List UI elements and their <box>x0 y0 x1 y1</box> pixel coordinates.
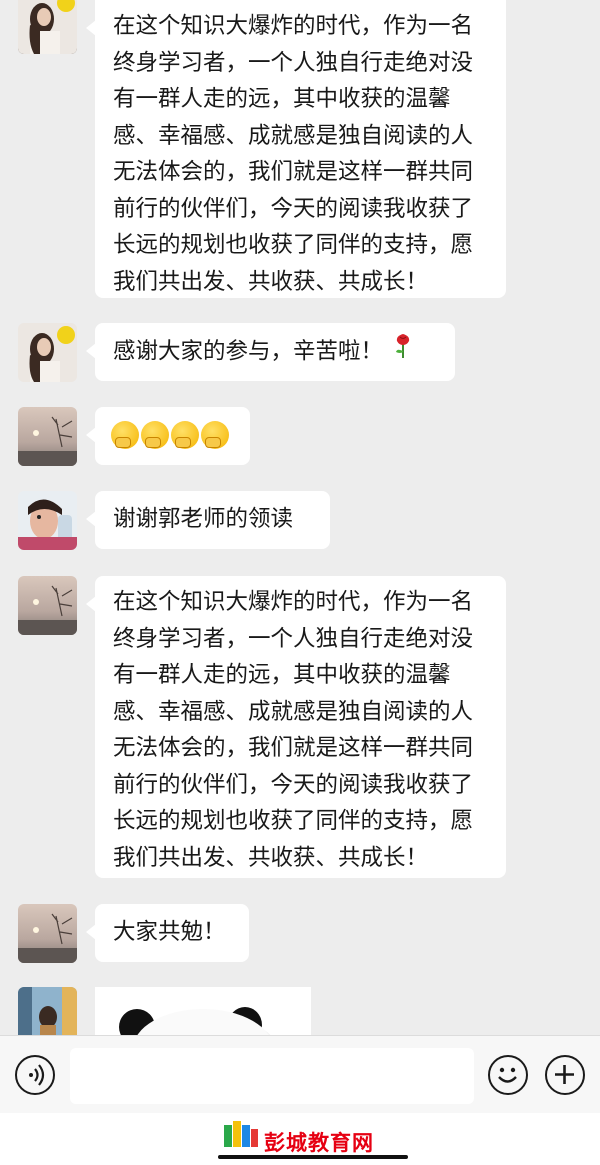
message-text: 谢谢郭老师的领读 <box>113 506 294 532</box>
message-text: 大家共勉！ <box>113 919 226 945</box>
sticker-image[interactable] <box>95 987 311 1035</box>
message-bubble[interactable] <box>86 407 250 465</box>
watermark-underline <box>218 1155 408 1159</box>
message-text: 在这个知识大爆炸的时代，作为一名终身学习者，一个人独自行走绝对没有一群人走的远，… <box>113 13 474 295</box>
rose-icon <box>394 333 412 371</box>
watermark-logo: 彭城教育网 <box>218 1121 408 1163</box>
watermark-footer: 彭城教育网 <box>0 1113 600 1165</box>
message-text: 在这个知识大爆炸的时代，作为一名终身学习者，一个人独自行走绝对没有一群人走的远，… <box>113 589 474 871</box>
voice-button[interactable] <box>15 1055 55 1095</box>
chat-message-list[interactable]: 在这个知识大爆炸的时代，作为一名终身学习者，一个人独自行走绝对没有一群人走的远，… <box>0 0 600 1035</box>
avatar-photo-sunset-icon <box>18 904 77 963</box>
input-toolbar <box>0 1035 600 1113</box>
emoji-group <box>111 415 234 455</box>
sneezing-face-icon <box>141 421 169 449</box>
avatar-photo-sunset-icon <box>18 576 77 635</box>
avatar-photo-child-icon <box>18 491 77 550</box>
watermark-text: 彭城教育网 <box>264 1131 374 1155</box>
avatar[interactable] <box>18 904 77 963</box>
more-plus-button[interactable] <box>545 1055 585 1095</box>
emoji-icon <box>498 1067 517 1083</box>
message-bubble[interactable]: 大家共勉！ <box>86 904 249 962</box>
avatar[interactable] <box>18 987 77 1035</box>
avatar-photo-girl-icon <box>18 0 77 54</box>
book-logo-icon <box>224 1121 258 1147</box>
panda-sticker-icon <box>119 1007 271 1035</box>
message-bubble[interactable]: 谢谢郭老师的领读 <box>86 491 330 549</box>
avatar[interactable] <box>18 576 77 635</box>
avatar-photo-girl-icon <box>18 323 77 382</box>
sneezing-face-icon <box>111 421 139 449</box>
avatar[interactable] <box>18 491 77 550</box>
avatar-photo-street-icon <box>18 987 77 1035</box>
avatar[interactable] <box>18 407 77 466</box>
message-text: 感谢大家的参与，辛苦啦！ <box>113 338 384 365</box>
message-input[interactable] <box>70 1048 474 1104</box>
emoji-button[interactable] <box>488 1055 528 1095</box>
avatar-photo-sunset-icon <box>18 407 77 466</box>
sneezing-face-icon <box>201 421 229 449</box>
message-bubble[interactable]: 感谢大家的参与，辛苦啦！ <box>86 323 455 381</box>
plus-icon <box>555 1065 574 1084</box>
sneezing-face-icon <box>171 421 199 449</box>
voice-icon <box>29 1064 45 1086</box>
message-bubble[interactable]: 在这个知识大爆炸的时代，作为一名终身学习者，一个人独自行走绝对没有一群人走的远，… <box>86 0 506 298</box>
message-bubble[interactable]: 在这个知识大爆炸的时代，作为一名终身学习者，一个人独自行走绝对没有一群人走的远，… <box>86 576 506 878</box>
avatar[interactable] <box>18 0 77 54</box>
avatar[interactable] <box>18 323 77 382</box>
